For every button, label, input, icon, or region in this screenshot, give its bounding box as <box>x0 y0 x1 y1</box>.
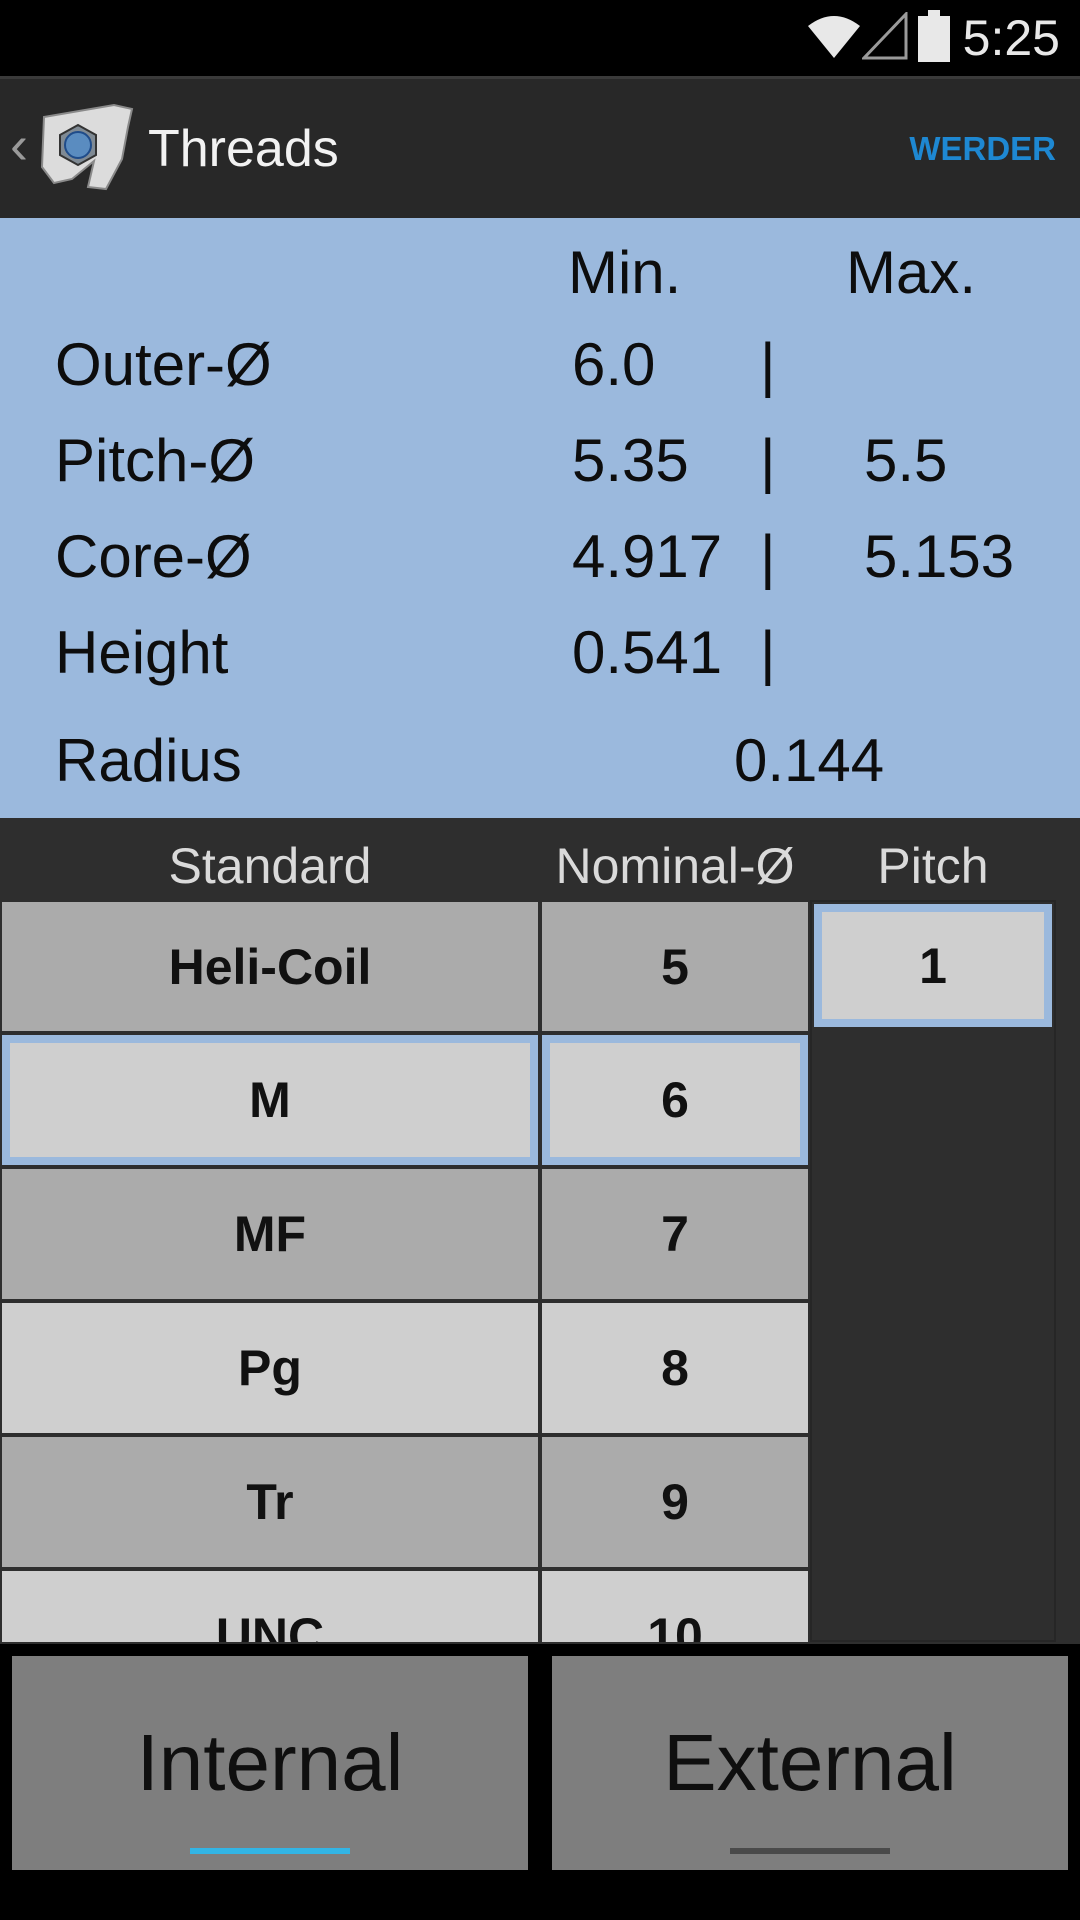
pitch-column-header: Pitch <box>877 838 989 894</box>
standard-item[interactable]: MF <box>0 1167 540 1301</box>
internal-button-label: Internal <box>136 1718 404 1807</box>
separator: | <box>760 331 776 398</box>
standard-item[interactable]: UNC <box>0 1569 540 1642</box>
inactive-indicator <box>730 1848 890 1854</box>
standard-column-header: Standard <box>168 838 372 894</box>
battery-icon <box>918 10 950 62</box>
core-diameter-max: 5.153 <box>864 523 1015 590</box>
nominal-item[interactable]: 8 <box>540 1301 810 1435</box>
standard-item[interactable]: Pg <box>0 1301 540 1435</box>
signal-icon <box>862 12 908 60</box>
standard-item-selected[interactable]: M <box>0 1033 540 1167</box>
nominal-item[interactable]: 10 <box>540 1569 810 1642</box>
core-diameter-label: Core-Ø <box>55 523 252 590</box>
thread-type-toggle: Internal External <box>0 1644 1080 1920</box>
pitch-item-selected[interactable]: 1 <box>812 902 1054 1029</box>
radius-label: Radius <box>55 727 242 794</box>
standard-list[interactable]: Heli-Coil M MF Pg Tr UNC <box>0 900 540 1642</box>
core-diameter-min: 4.917 <box>572 523 723 590</box>
nominal-item[interactable]: 9 <box>540 1435 810 1569</box>
pitch-diameter-max: 5.5 <box>864 427 948 494</box>
height-label: Height <box>55 619 229 686</box>
standard-item[interactable]: Heli-Coil <box>0 900 540 1033</box>
pitch-diameter-min: 5.35 <box>572 427 689 494</box>
nominal-item[interactable]: 5 <box>540 900 810 1033</box>
wifi-icon <box>808 16 860 58</box>
thread-selector: Standard Nominal-Ø Pitch Heli-Coil M MF … <box>0 818 1080 1644</box>
werder-link[interactable]: WERDER <box>909 129 1056 169</box>
external-button[interactable]: External <box>552 1656 1068 1870</box>
action-bar: ‹ Threads WERDER <box>0 76 1080 218</box>
active-indicator <box>190 1848 350 1854</box>
back-chevron-icon[interactable]: ‹ <box>10 115 28 175</box>
nominal-column-header: Nominal-Ø <box>555 838 795 894</box>
nominal-item[interactable]: 7 <box>540 1167 810 1301</box>
separator: | <box>760 427 776 494</box>
separator: | <box>760 523 776 590</box>
pitch-diameter-label: Pitch-Ø <box>55 427 256 494</box>
status-time: 5:25 <box>962 10 1060 66</box>
internal-button[interactable]: Internal <box>12 1656 528 1870</box>
external-button-label: External <box>663 1718 957 1807</box>
app-logo-icon[interactable] <box>36 97 136 197</box>
nominal-item-selected[interactable]: 6 <box>540 1033 810 1167</box>
app-title: Threads <box>148 120 339 178</box>
standard-item[interactable]: Tr <box>0 1435 540 1569</box>
pitch-list[interactable]: 1 <box>810 900 1056 1642</box>
outer-diameter-label: Outer-Ø <box>55 331 272 398</box>
height-min: 0.541 <box>572 619 723 686</box>
outer-diameter-min: 6.0 <box>572 331 656 398</box>
header-max: Max. <box>846 239 977 306</box>
separator: | <box>760 619 776 686</box>
status-bar: 5:25 <box>0 0 1080 76</box>
nominal-list[interactable]: 5 6 7 8 9 10 <box>540 900 810 1642</box>
results-panel: Min. Max. Outer-Ø 6.0 | Pitch-Ø 5.35 | 5… <box>0 218 1080 818</box>
radius-value: 0.144 <box>734 727 885 794</box>
header-min: Min. <box>568 239 682 306</box>
